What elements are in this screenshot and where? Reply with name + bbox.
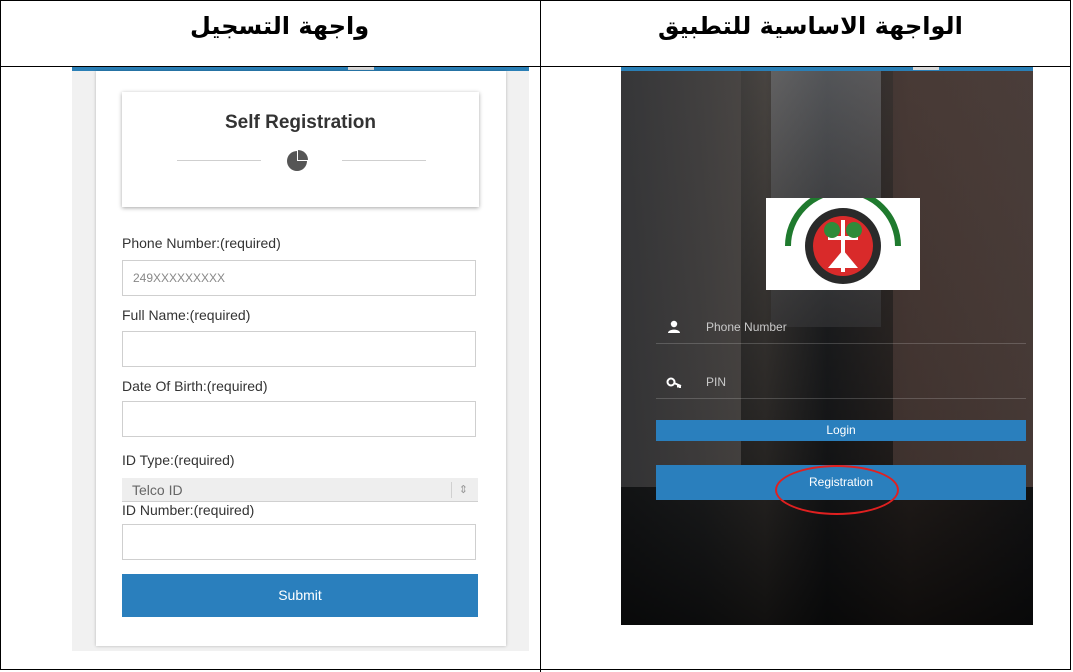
pin-placeholder: PIN bbox=[706, 375, 727, 389]
id-number-input[interactable] bbox=[122, 524, 476, 560]
page-title: Self Registration bbox=[225, 112, 376, 133]
pie-chart-icon bbox=[287, 150, 308, 171]
phone-number-placeholder: Phone Number bbox=[706, 320, 787, 334]
phone-number-field[interactable]: Phone Number bbox=[656, 313, 1026, 344]
id-type-label: ID Type:(required) bbox=[122, 452, 235, 468]
login-screenshot: Phone Number PIN Login Registration bbox=[621, 67, 1033, 625]
key-icon bbox=[666, 377, 682, 388]
select-separator bbox=[451, 482, 452, 498]
header-main-screen: الواجهة الاساسية للتطبيق bbox=[658, 12, 963, 40]
login-button[interactable]: Login bbox=[656, 420, 1026, 441]
status-indicator bbox=[913, 67, 939, 70]
title-divider-right bbox=[342, 160, 426, 161]
id-number-label: ID Number:(required) bbox=[122, 502, 255, 518]
status-indicator bbox=[348, 67, 374, 70]
logo-emblem-icon bbox=[785, 188, 901, 284]
column-divider bbox=[540, 0, 541, 672]
registration-header-card: Self Registration bbox=[122, 92, 479, 207]
date-of-birth-input[interactable] bbox=[122, 401, 476, 437]
full-name-input[interactable] bbox=[122, 331, 476, 367]
phone-number-label: Phone Number:(required) bbox=[122, 235, 281, 251]
status-bar bbox=[621, 67, 1033, 71]
id-type-selected-value: Telco ID bbox=[132, 482, 183, 498]
registration-screenshot: Self Registration Phone Number:(required… bbox=[72, 67, 529, 651]
header-registration-screen: واجهة التسجيل bbox=[190, 12, 370, 40]
full-name-label: Full Name:(required) bbox=[122, 307, 251, 323]
select-arrows-icon: ⇕ bbox=[458, 484, 468, 496]
app-logo bbox=[766, 188, 920, 290]
table-header-row: واجهة التسجيل الواجهة الاساسية للتطبيق bbox=[0, 0, 1071, 67]
phone-number-input[interactable]: 249XXXXXXXXX bbox=[122, 260, 476, 296]
title-divider-left bbox=[177, 160, 261, 161]
id-type-select[interactable]: Telco ID ⇕ bbox=[122, 478, 478, 502]
user-icon bbox=[668, 320, 680, 333]
date-of-birth-label: Date Of Birth:(required) bbox=[122, 378, 268, 394]
highlight-circle-annotation bbox=[775, 465, 899, 515]
submit-button[interactable]: Submit bbox=[122, 574, 478, 617]
registration-form: Self Registration Phone Number:(required… bbox=[96, 71, 506, 646]
pin-field[interactable]: PIN bbox=[656, 368, 1026, 399]
